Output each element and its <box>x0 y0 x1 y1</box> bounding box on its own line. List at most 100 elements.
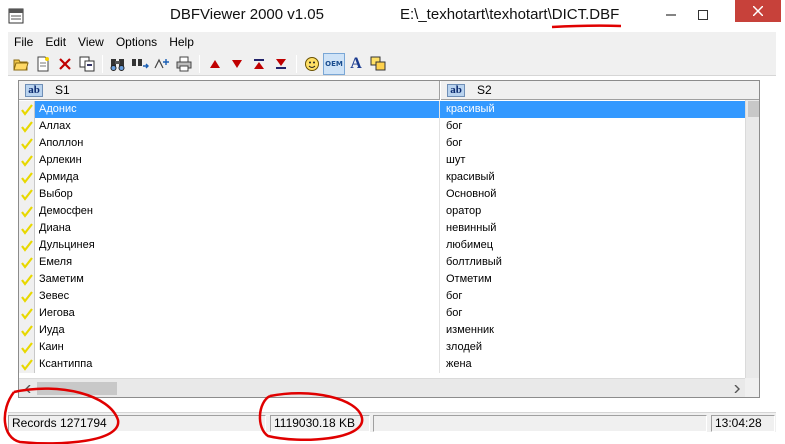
open-icon <box>13 59 29 70</box>
table-row[interactable]: Каин злодей <box>19 339 745 356</box>
string-type-icon: ab <box>25 83 43 97</box>
checkmark-icon <box>20 137 33 150</box>
cell-s2[interactable]: болтливый <box>440 254 745 271</box>
table-row[interactable]: Аллах бог <box>19 118 745 135</box>
record-indicator <box>19 135 35 152</box>
close-icon <box>753 6 763 16</box>
table-row[interactable]: Демосфен оратор <box>19 203 745 220</box>
cell-s2[interactable]: бог <box>440 288 745 305</box>
table-row[interactable]: Иуда изменник <box>19 322 745 339</box>
cell-s2[interactable]: изменник <box>440 322 745 339</box>
cell-s2[interactable]: шут <box>440 152 745 169</box>
cell-s1[interactable]: Выбор <box>35 186 440 203</box>
oem-button[interactable]: OEM <box>323 52 345 75</box>
cell-s2[interactable]: невинный <box>440 220 745 237</box>
copy-button[interactable] <box>76 53 98 75</box>
table-row[interactable]: Аполлон бог <box>19 135 745 152</box>
replace-button[interactable] <box>129 53 151 75</box>
maximize-icon <box>698 10 708 20</box>
cell-s1[interactable]: Демосфен <box>35 203 440 220</box>
cell-s1[interactable]: Ксантиппа <box>35 356 440 373</box>
minimize-button[interactable] <box>656 0 686 30</box>
status-time: 13:04:28 <box>711 415 775 432</box>
column-header-s1[interactable]: ab S1 <box>19 81 440 100</box>
cell-s2[interactable]: любимец <box>440 237 745 254</box>
record-indicator <box>19 169 35 186</box>
prior-record-button[interactable] <box>204 53 226 75</box>
cell-s1[interactable]: Иуда <box>35 322 440 339</box>
cell-s1[interactable]: Зевес <box>35 288 440 305</box>
table-row[interactable]: Дульцинея любимец <box>19 237 745 254</box>
cell-s1[interactable]: Аллах <box>35 118 440 135</box>
column-header-s2[interactable]: ab S2 <box>441 81 745 100</box>
cell-s2[interactable]: бог <box>440 305 745 322</box>
checkmark-icon <box>20 120 33 133</box>
cell-s2[interactable]: бог <box>440 118 745 135</box>
table-body: Адонис красивый Аллах бог Аполлон бог Арлек… <box>19 101 745 377</box>
cell-s1[interactable]: Адонис <box>35 101 440 118</box>
new-button[interactable] <box>32 53 54 75</box>
scroll-left-button[interactable] <box>19 379 36 397</box>
cell-s1[interactable]: Аполлон <box>35 135 440 152</box>
close-button[interactable] <box>735 0 781 22</box>
table-row[interactable]: Зевес бог <box>19 288 745 305</box>
horizontal-scrollbar[interactable] <box>19 378 745 397</box>
menu-options[interactable]: Options <box>110 35 163 49</box>
cell-s2[interactable]: оратор <box>440 203 745 220</box>
filter-button[interactable] <box>151 53 173 75</box>
vertical-scroll-thumb[interactable] <box>748 101 759 117</box>
cell-s1[interactable]: Арлекин <box>35 152 440 169</box>
menu-file[interactable]: File <box>8 35 39 49</box>
cell-s1[interactable]: Заметим <box>35 271 440 288</box>
cell-s2[interactable]: Отметим <box>440 271 745 288</box>
cell-s2[interactable]: красивый <box>440 169 745 186</box>
cell-s1[interactable]: Диана <box>35 220 440 237</box>
window-button[interactable] <box>367 53 389 75</box>
cell-s2[interactable]: красивый <box>440 101 745 118</box>
table-row[interactable]: Арлекин шут <box>19 152 745 169</box>
about-button[interactable] <box>301 53 323 75</box>
table-row[interactable]: Армида красивый <box>19 169 745 186</box>
record-indicator <box>19 118 35 135</box>
status-panel <box>373 415 707 432</box>
table-row[interactable]: Ксантиппа жена <box>19 356 745 373</box>
smiley-icon <box>305 56 319 71</box>
cell-s1[interactable]: Дульцинея <box>35 237 440 254</box>
horizontal-scroll-thumb[interactable] <box>37 382 117 395</box>
font-button[interactable]: A <box>345 53 367 75</box>
table-row[interactable]: Заметим Отметим <box>19 271 745 288</box>
table-row[interactable]: Выбор Основной <box>19 186 745 203</box>
next-record-button[interactable] <box>226 53 248 75</box>
print-button[interactable] <box>173 53 195 75</box>
menu-help[interactable]: Help <box>163 35 200 49</box>
cell-s2[interactable]: бог <box>440 135 745 152</box>
record-indicator <box>19 288 35 305</box>
table-row[interactable]: Диана невинный <box>19 220 745 237</box>
menu-edit[interactable]: Edit <box>39 35 72 49</box>
first-record-button[interactable] <box>248 53 270 75</box>
cell-s1[interactable]: Армида <box>35 169 440 186</box>
last-record-button[interactable] <box>270 53 292 75</box>
column-header-label: S2 <box>477 83 492 97</box>
find-button[interactable] <box>107 53 129 75</box>
cell-s2[interactable]: Основной <box>440 186 745 203</box>
table-row[interactable]: Иегова бог <box>19 305 745 322</box>
delete-button[interactable] <box>54 53 76 75</box>
cell-s2[interactable]: злодей <box>440 339 745 356</box>
status-bar: Records 1271794 1119030.18 KB 13:04:28 <box>8 412 776 432</box>
vertical-scrollbar[interactable] <box>745 100 759 378</box>
maximize-button[interactable] <box>688 0 718 30</box>
table-row[interactable]: Емеля болтливый <box>19 254 745 271</box>
scroll-right-button[interactable] <box>728 379 745 397</box>
record-indicator <box>19 203 35 220</box>
cell-s2[interactable]: жена <box>440 356 745 373</box>
table-row[interactable]: Адонис красивый <box>19 101 745 118</box>
checkmark-icon <box>20 154 33 167</box>
file-size: 1119030.18 KB <box>270 415 370 432</box>
open-button[interactable] <box>10 53 32 75</box>
cell-s1[interactable]: Иегова <box>35 305 440 322</box>
menu-view[interactable]: View <box>72 35 110 49</box>
data-grid[interactable]: ab S1 ab S2 Адонис красивый Аллах бог Апол… <box>18 80 760 398</box>
cell-s1[interactable]: Емеля <box>35 254 440 271</box>
cell-s1[interactable]: Каин <box>35 339 440 356</box>
